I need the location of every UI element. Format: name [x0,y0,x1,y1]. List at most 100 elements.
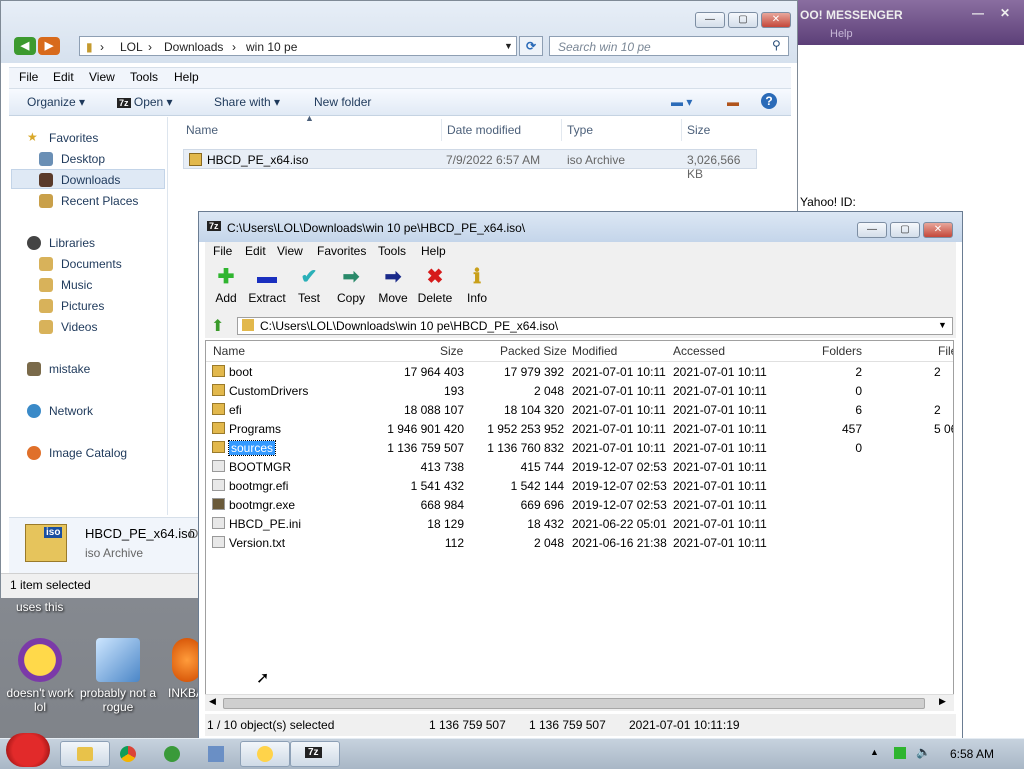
column-accessed[interactable]: Accessed [673,344,725,358]
column-size[interactable]: Size [687,123,710,143]
chevron-right-icon[interactable]: › [232,40,236,54]
explorer-menu-bar: File Edit View Tools Help [9,67,791,89]
move-button[interactable]: ➡ Move [373,266,413,305]
refresh-icon[interactable]: ⟳ [519,36,543,56]
column-modified[interactable]: Modified [572,344,617,358]
column-name[interactable]: Name [213,344,245,358]
chevron-right-icon[interactable]: › [148,40,152,54]
messenger-menu-help[interactable]: Help [830,28,853,40]
table-row[interactable]: bootmgr.exe 668 984 669 696 2019-12-07 02:5… [206,496,953,515]
minimize-icon[interactable]: — [972,6,984,20]
extract-button[interactable]: ▬ Extract [247,266,287,305]
menu-help[interactable]: Help [421,244,446,258]
delete-button[interactable]: ✖ Delete [415,266,455,305]
table-row[interactable]: efi 18 088 107 18 104 320 2021-07-01 10:11 2… [206,401,953,420]
menu-edit[interactable]: Edit [245,244,266,258]
volume-icon[interactable]: 🔈 [916,745,931,759]
help-icon[interactable]: ? [761,93,777,109]
search-icon[interactable]: ⚲ [772,38,781,52]
preview-pane-icon[interactable]: ▬ [727,95,739,109]
menu-tools[interactable]: Tools [378,244,406,258]
file-icon [212,517,225,529]
tray-expand-icon[interactable]: ▲ [870,747,879,757]
back-arrow-icon[interactable]: ◀ [14,37,36,55]
menu-file[interactable]: File [213,244,232,258]
taskbar-yahoo[interactable] [240,741,290,767]
file-row[interactable]: HBCD_PE_x64.iso 7/9/2022 6:57 AM iso Arc… [183,149,757,181]
forward-arrow-icon[interactable]: ▶ [38,37,60,55]
up-folder-icon[interactable]: ⬆ [211,316,224,336]
table-row[interactable]: HBCD_PE.ini 18 129 18 432 2021-06-22 05:01 2… [206,515,953,534]
taskbar-media[interactable] [156,741,206,767]
table-row[interactable]: sources 1 136 759 507 1 136 760 832 2021-07… [206,439,953,458]
taskbar-explorer[interactable] [60,741,110,767]
menu-favorites[interactable]: Favorites [317,244,366,258]
table-row[interactable]: CustomDrivers 193 2 048 2021-07-01 10:11 202… [206,382,953,401]
clock[interactable]: 6:58 AM [950,747,994,761]
open-button[interactable]: 7z Open ▾ [117,95,173,109]
breadcrumb-lol[interactable]: LOL [120,40,143,54]
column-packed-size[interactable]: Packed Size [500,344,567,358]
column-date-modified[interactable]: Date modified [447,123,521,143]
desktop-icon-rogue[interactable]: probably not a rogue [78,638,158,714]
row-name: CustomDrivers [229,384,309,398]
taskbar-chrome[interactable] [112,741,162,767]
column-folders[interactable]: Folders [822,344,862,358]
search-input[interactable]: Search win 10 pe ⚲ [549,36,789,56]
desktop-icon-inkball[interactable]: INKBA [156,638,198,700]
row-accessed: 2021-07-01 10:11 [673,384,767,398]
new-folder-button[interactable]: New folder [314,95,371,109]
minimize-button[interactable]: — [857,222,887,238]
info-button[interactable]: ℹ Info [457,266,497,305]
test-button[interactable]: ✔ Test [289,266,329,305]
close-button[interactable]: ✕ [923,222,953,238]
chevron-down-icon[interactable]: ▼ [504,41,513,51]
add-button[interactable]: ✚ Add [206,266,246,305]
column-files[interactable]: File [938,344,953,358]
close-icon[interactable]: ✕ [1000,6,1010,20]
menu-help[interactable]: Help [174,70,199,84]
desktop-icon-yahoo[interactable]: doesn't work lol [0,638,80,714]
table-row[interactable]: BOOTMGR 413 738 415 744 2019-12-07 02:53 202… [206,458,953,477]
table-row[interactable]: bootmgr.efi 1 541 432 1 542 144 2019-12-07 … [206,477,953,496]
maximize-button[interactable]: ▢ [728,12,758,28]
column-size[interactable]: Size [440,344,463,358]
share-with-button[interactable]: Share with ▾ [214,95,280,109]
scrollbar-thumb[interactable] [223,698,925,709]
close-button[interactable]: ✕ [761,12,791,28]
chevron-right-icon[interactable]: › [100,40,104,54]
maximize-button[interactable]: ▢ [890,222,920,238]
table-row[interactable]: Programs 1 946 901 420 1 952 253 952 2021-0… [206,420,953,439]
file-icon [212,498,225,510]
7zip-toolbar: ✚ Add ▬ Extract ✔ Test ➡ Copy ➡ Move ✖ Delete … [205,262,956,315]
view-options-icon[interactable]: ▬ ▾ [671,95,692,109]
table-row[interactable]: Version.txt 112 2 048 2021-06-16 21:38 2021-… [206,534,953,553]
path-input[interactable]: C:\Users\LOL\Downloads\win 10 pe\HBCD_PE… [237,317,953,335]
breadcrumb-win10pe[interactable]: win 10 pe [246,40,297,54]
corner-text: 7 [1014,690,1021,702]
column-type[interactable]: Type [567,123,593,143]
breadcrumb-downloads[interactable]: Downloads [164,40,223,54]
row-accessed: 2021-07-01 10:11 [673,517,767,531]
tray-network-icon[interactable] [894,747,906,759]
file-icon [212,460,225,472]
start-button[interactable] [6,733,50,767]
menu-edit[interactable]: Edit [53,70,74,84]
minimize-button[interactable]: — [695,12,725,28]
horizontal-scrollbar[interactable]: ◀ ▶ [205,694,954,711]
scroll-left-icon[interactable]: ◀ [209,696,216,707]
copy-arrow-icon: ➡ [342,266,360,288]
column-name[interactable]: Name [186,123,218,143]
copy-button[interactable]: ➡ Copy [331,266,371,305]
table-row[interactable]: boot 17 964 403 17 979 392 2021-07-01 10:11… [206,363,953,382]
menu-view[interactable]: View [89,70,115,84]
organize-button[interactable]: Organize ▾ [27,95,85,109]
scroll-right-icon[interactable]: ▶ [939,696,946,707]
menu-tools[interactable]: Tools [130,70,158,84]
taskbar-7zip[interactable]: 7z [290,741,340,767]
menu-file[interactable]: File [19,70,38,84]
menu-view[interactable]: View [277,244,303,258]
address-bar[interactable]: ▮ › LOL › Downloads › win 10 pe ▼ [79,36,517,56]
chevron-down-icon[interactable]: ▼ [938,320,947,330]
desktop-icon-label: doesn't work lol [6,686,74,714]
